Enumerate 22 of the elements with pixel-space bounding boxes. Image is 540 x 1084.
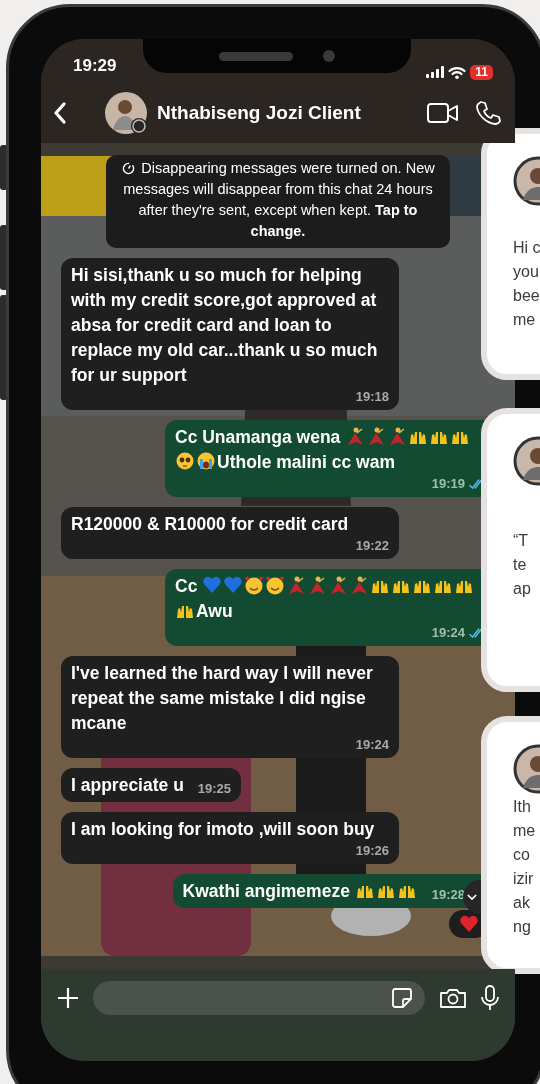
message-time: 19:28 (431, 886, 465, 904)
battery-level: 11 (470, 64, 493, 80)
contact-name[interactable]: Nthabiseng Jozi Client (157, 98, 361, 128)
message-text: Hi sisi,thank u so much for helping with my credit score,got approved at absa for credit card and loan to replace my old car...thank u so much for ur support (71, 264, 379, 387)
message-text: Cc Unamanga wena Uthole malini cc wam (175, 425, 485, 475)
message-time: 19:24 (355, 736, 389, 754)
message-time: 19:18 (355, 388, 389, 406)
testimonial-text: “T te ap (513, 531, 532, 600)
message-text: Cc Awu (175, 574, 485, 624)
testimonial-text: Ith me co izir ak ng (513, 796, 537, 937)
message-time: 19:26 (355, 842, 389, 860)
status-time: 19:29 (73, 55, 117, 77)
message-text: Kwathi angimemeze (182, 879, 418, 904)
message-text: R120000 & R10000 for credit card (71, 513, 349, 536)
message-time: 19:25 (197, 780, 232, 798)
message-time: 19:22 (355, 537, 389, 555)
message-time: 19:24 (431, 624, 465, 642)
message-time: 19:19 (431, 475, 465, 493)
testimonial-text: Hi c you bee me (513, 238, 540, 330)
message-text: I am looking for imoto ,will soon buy (71, 818, 375, 841)
message-text: I've learned the hard way I will never repeat the same mistake I did ngise mcane (71, 662, 374, 735)
message-text: I appreciate u (71, 774, 184, 797)
